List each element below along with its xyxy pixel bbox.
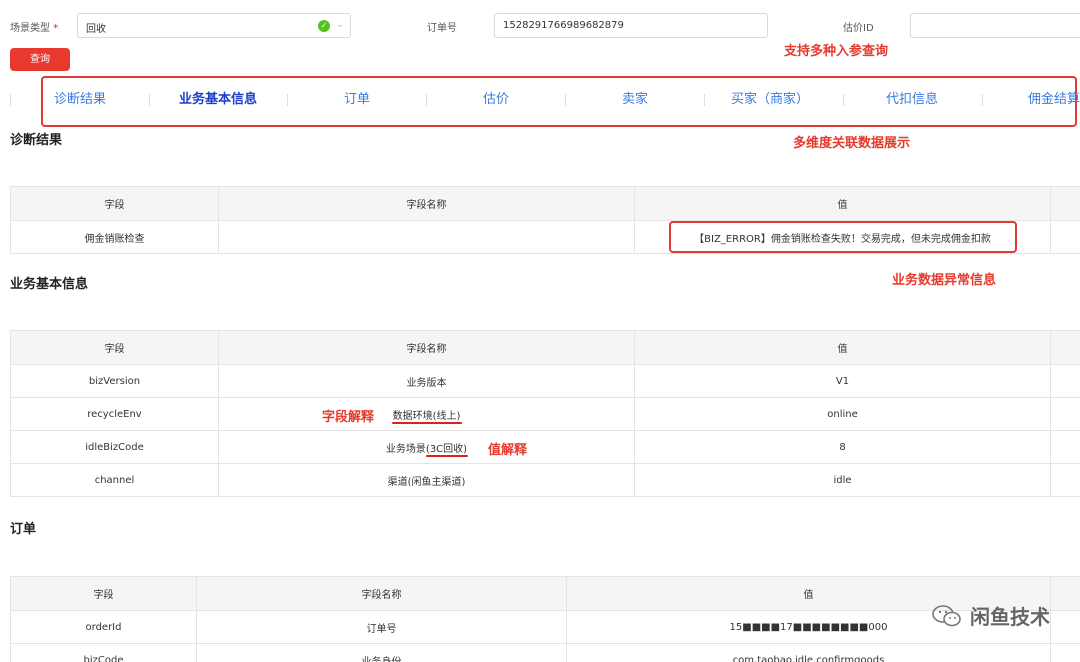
tab-withholding[interactable]: 代扣信息 bbox=[843, 86, 981, 114]
table-row: idleBizCode 业务场景(3C回收) 8 bbox=[10, 430, 1080, 464]
table-cell-field: orderId bbox=[10, 610, 197, 644]
biz-error-highlight-box bbox=[669, 221, 1017, 253]
table-cell-field: bizCode bbox=[10, 643, 197, 662]
tab-commission[interactable]: 佣金结算 bbox=[982, 86, 1080, 114]
table-cell-extra bbox=[1050, 610, 1080, 644]
scene-type-label: 场景类型 * bbox=[10, 23, 59, 34]
scene-type-value: 回收 bbox=[86, 24, 106, 35]
table-cell-field: recycleEnv bbox=[10, 397, 219, 431]
watermark-text: 闲鱼技术 bbox=[970, 605, 1050, 629]
check-circle-icon: ✓ bbox=[318, 20, 330, 32]
table-row: orderId 订单号 15■■■■17■■■■■■■■000 bbox=[10, 610, 1080, 644]
column-header: 字段名称 bbox=[196, 576, 567, 611]
tab-order[interactable]: 订单 bbox=[288, 86, 426, 114]
table-cell-extra bbox=[1050, 430, 1080, 464]
tab-bar: 诊断结果 业务基本信息 订单 估价 卖家 买家（商家） 代扣信息 佣金结算 bbox=[10, 86, 1080, 114]
annotation-biz-error: 业务数据异常信息 bbox=[892, 273, 997, 288]
table-cell-extra bbox=[1050, 397, 1080, 431]
wechat-icon bbox=[932, 604, 961, 626]
table-cell-extra bbox=[1050, 643, 1080, 662]
estimate-id-input[interactable] bbox=[910, 13, 1080, 38]
table-cell-name: 业务场景(3C回收) bbox=[218, 430, 635, 464]
table-header-row: 字段 字段名称 值 bbox=[10, 576, 1080, 611]
column-header-extra bbox=[1050, 186, 1080, 221]
query-button[interactable]: 查询 bbox=[10, 48, 70, 71]
table-cell-field: bizVersion bbox=[10, 364, 219, 398]
tab-diagnosis[interactable]: 诊断结果 bbox=[11, 86, 149, 114]
table-row: recycleEnv 数据环境(线上) online bbox=[10, 397, 1080, 431]
column-header: 字段 bbox=[10, 330, 219, 365]
column-header: 字段 bbox=[10, 576, 197, 611]
section-title-order: 订单 bbox=[10, 522, 37, 537]
basic-info-table: 字段 字段名称 值 bizVersion 业务版本 V1 recycleEnv … bbox=[10, 330, 1080, 497]
table-header-row: 字段 字段名称 值 bbox=[10, 330, 1080, 365]
column-header: 值 bbox=[634, 330, 1051, 365]
table-cell-extra bbox=[1050, 463, 1080, 497]
annotation-multi-input: 支持多种入参查询 bbox=[784, 44, 889, 59]
table-cell-field: channel bbox=[10, 463, 219, 497]
annotation-multi-dim: 多维度关联数据展示 bbox=[793, 136, 911, 151]
column-header: 字段 bbox=[10, 186, 219, 221]
table-header-row: 字段 字段名称 值 bbox=[10, 186, 1080, 221]
table-cell-name: 数据环境(线上) bbox=[218, 397, 635, 431]
table-cell-value: idle bbox=[634, 463, 1051, 497]
section-title-diagnosis: 诊断结果 bbox=[10, 133, 63, 148]
table-row: channel 渠道(闲鱼主渠道) idle bbox=[10, 463, 1080, 497]
tab-seller[interactable]: 卖家 bbox=[566, 86, 704, 114]
column-header-extra bbox=[1050, 330, 1080, 365]
value-explain-underline bbox=[426, 455, 468, 457]
table-cell-field: 佣金销账检查 bbox=[10, 220, 219, 254]
table-cell-extra bbox=[1050, 220, 1080, 254]
column-header-extra bbox=[1050, 576, 1080, 611]
tab-estimate[interactable]: 估价 bbox=[427, 86, 565, 114]
column-header: 字段名称 bbox=[218, 186, 635, 221]
table-cell-value: online bbox=[634, 397, 1051, 431]
table-cell-extra bbox=[1050, 364, 1080, 398]
table-cell-field: idleBizCode bbox=[10, 430, 219, 464]
order-id-input[interactable]: 1528291766989682879 bbox=[494, 13, 768, 38]
table-row: bizCode 业务身份 com.taobao.idle.confirmgood… bbox=[10, 643, 1080, 662]
section-title-basic-info: 业务基本信息 bbox=[10, 277, 89, 292]
table-cell-name: 业务身份 bbox=[196, 643, 567, 662]
estimate-id-label: 估价ID bbox=[843, 23, 874, 34]
annotation-value-explain: 值解释 bbox=[488, 443, 528, 458]
table-cell-name: 订单号 bbox=[196, 610, 567, 644]
watermark: 闲鱼技术 bbox=[932, 601, 1050, 630]
chevron-down-icon: ⌄ bbox=[335, 19, 344, 30]
scene-type-select[interactable]: 回收 ✓ ⌄ bbox=[77, 13, 351, 38]
field-explain-underline bbox=[392, 422, 462, 424]
table-cell-value: com.taobao.idle.confirmgoods bbox=[566, 643, 1051, 662]
column-header: 值 bbox=[634, 186, 1051, 221]
order-id-label: 订单号 bbox=[427, 23, 457, 34]
column-header: 字段名称 bbox=[218, 330, 635, 365]
annotation-field-explain: 字段解释 bbox=[322, 410, 375, 425]
table-cell-name bbox=[218, 220, 635, 254]
tab-basic-info[interactable]: 业务基本信息 bbox=[149, 86, 287, 114]
table-row: bizVersion 业务版本 V1 bbox=[10, 364, 1080, 398]
table-cell-value: V1 bbox=[634, 364, 1051, 398]
table-cell-name: 业务版本 bbox=[218, 364, 635, 398]
table-cell-name: 渠道(闲鱼主渠道) bbox=[218, 463, 635, 497]
tab-buyer[interactable]: 买家（商家） bbox=[701, 86, 839, 114]
table-cell-value: 8 bbox=[634, 430, 1051, 464]
order-table: 字段 字段名称 值 orderId 订单号 15■■■■17■■■■■■■■00… bbox=[10, 576, 1080, 662]
